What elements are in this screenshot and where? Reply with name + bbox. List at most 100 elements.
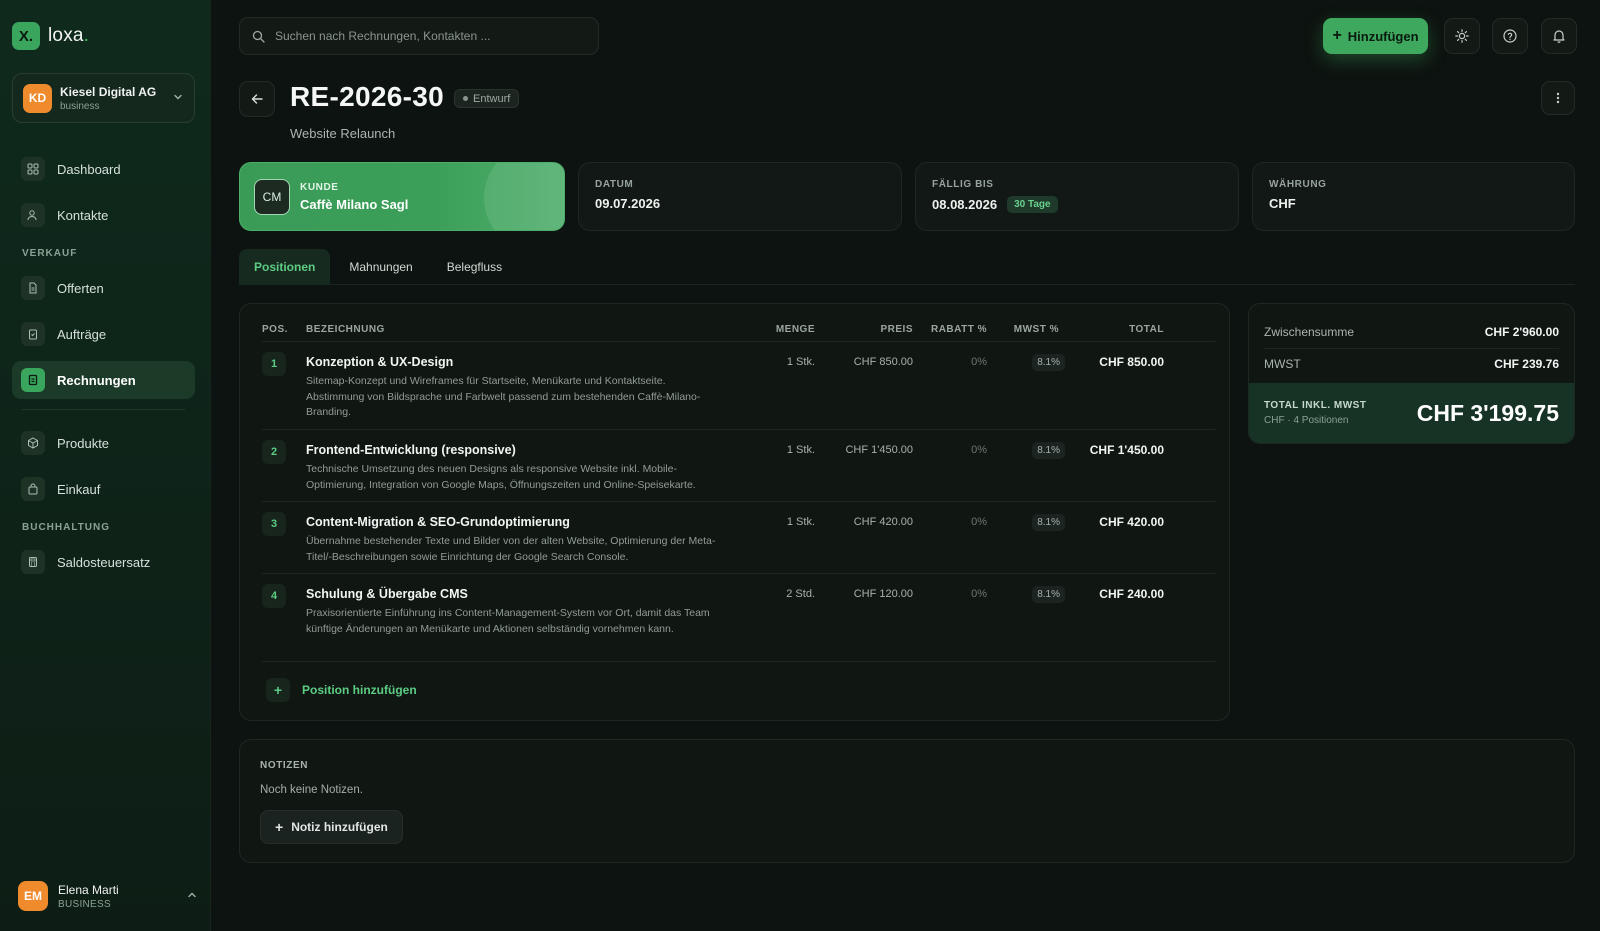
chevron-down-icon <box>172 91 184 106</box>
arrow-left-icon <box>250 92 264 106</box>
position-discount: 0% <box>971 588 987 600</box>
status-label: Entwurf <box>473 92 511 105</box>
page-title: RE-2026-30 <box>290 81 444 112</box>
tab-belegfluss[interactable]: Belegfluss <box>432 249 517 285</box>
due-date-card[interactable]: FÄLLIG BIS 08.08.2026 30 Tage <box>915 162 1239 231</box>
add-position-button[interactable]: + Position hinzufügen <box>266 678 417 702</box>
position-price: CHF 850.00 <box>853 356 913 368</box>
tab-bar: Positionen Mahnungen Belegfluss <box>239 249 1575 285</box>
column-header-price: PREIS <box>880 324 913 335</box>
table-row[interactable]: 4 Schulung & Übergabe CMS Praxisorientie… <box>262 574 1215 662</box>
dashboard-icon <box>21 157 45 181</box>
position-discount: 0% <box>971 356 987 368</box>
table-row[interactable]: 2 Frontend-Entwicklung (responsive) Tech… <box>262 430 1215 502</box>
tax-label: MWST <box>1264 357 1301 371</box>
position-total: CHF 420.00 <box>1099 515 1164 529</box>
position-tax: 8.1% <box>1032 354 1065 371</box>
logo-text: loxa. <box>48 25 90 46</box>
position-description: Technische Umsetzung des neuen Designs a… <box>306 463 696 491</box>
position-number: 2 <box>262 440 286 464</box>
add-note-label: Notiz hinzufügen <box>291 820 388 834</box>
help-icon <box>1503 29 1517 43</box>
contacts-icon <box>21 203 45 227</box>
positions-table: POS. BEZEICHNUNG MENGE PREIS RABATT % MW… <box>239 303 1230 721</box>
sidebar-item-label: Rechnungen <box>57 372 136 388</box>
help-button[interactable] <box>1492 18 1528 54</box>
user-name: Elena Marti <box>58 882 119 897</box>
currency-card[interactable]: WÄHRUNG CHF <box>1252 162 1575 231</box>
plus-icon: + <box>266 678 290 702</box>
sidebar-item-offerten[interactable]: Offerten <box>12 269 195 307</box>
notes-panel: NOTIZEN Noch keine Notizen. + Notiz hinz… <box>239 739 1575 863</box>
subtotal-row: Zwischensumme CHF 2'960.00 <box>1264 325 1559 339</box>
position-tax: 8.1% <box>1032 586 1065 603</box>
position-qty: 1 Stk. <box>786 356 815 368</box>
sidebar-item-dashboard[interactable]: Dashboard <box>12 150 195 188</box>
nav-section-buchhaltung: BUCHHALTUNG <box>22 522 111 533</box>
date-label: DATUM <box>595 179 634 190</box>
tab-positionen[interactable]: Positionen <box>239 249 331 285</box>
table-row[interactable]: 1 Konzeption & UX-Design Sitemap-Konzept… <box>262 342 1215 430</box>
sidebar: X. loxa. KD Kiesel Digital AG business D… <box>0 0 211 931</box>
sidebar-item-kontakte[interactable]: Kontakte <box>12 196 195 234</box>
sidebar-item-label: Saldosteuersatz <box>57 554 151 570</box>
totals-summary: Zwischensumme CHF 2'960.00 MWST CHF 239.… <box>1248 303 1575 444</box>
customer-card[interactable]: CM KUNDE Caffè Milano Sagl <box>239 162 565 231</box>
grand-total-value: CHF 3'199.75 <box>1416 399 1559 426</box>
sidebar-item-label: Kontakte <box>57 207 109 223</box>
plus-icon: + <box>275 819 284 835</box>
status-badge: Entwurf <box>454 89 520 108</box>
column-header-name: BEZEICHNUNG <box>306 324 385 335</box>
position-discount: 0% <box>971 516 987 528</box>
sidebar-item-produkte[interactable]: Produkte <box>12 424 195 462</box>
search-input[interactable] <box>275 29 586 43</box>
table-row[interactable]: 3 Content-Migration & SEO-Grundoptimieru… <box>262 502 1215 574</box>
grand-total: TOTAL INKL. MWST CHF · 4 Positionen CHF … <box>1249 383 1574 443</box>
logo[interactable]: X. loxa. <box>12 22 89 50</box>
due-date-value: 08.08.2026 <box>932 197 998 212</box>
user-menu[interactable]: EM Elena Marti BUSINESS <box>18 881 198 911</box>
sidebar-item-auftraege[interactable]: Aufträge <box>12 315 195 353</box>
notifications-button[interactable] <box>1541 18 1577 54</box>
package-icon <box>21 431 45 455</box>
avatar: EM <box>18 881 48 911</box>
search-bar[interactable] <box>239 17 599 55</box>
back-button[interactable] <box>239 81 275 117</box>
payment-term-badge: 30 Tage <box>1007 196 1058 213</box>
organization-switcher[interactable]: KD Kiesel Digital AG business <box>12 73 195 123</box>
search-icon <box>252 30 265 43</box>
position-tax: 8.1% <box>1032 514 1065 531</box>
position-description: Übernahme bestehender Texte und Bilder v… <box>306 535 716 563</box>
position-qty: 1 Stk. <box>786 516 815 528</box>
clipboard-icon <box>21 322 45 346</box>
sidebar-item-einkauf[interactable]: Einkauf <box>12 470 195 508</box>
sidebar-item-rechnungen[interactable]: Rechnungen <box>12 361 195 399</box>
plus-icon: + <box>1332 27 1342 44</box>
nav-section-verkauf: VERKAUF <box>22 248 78 259</box>
more-vertical-icon <box>1556 91 1560 105</box>
nav-divider <box>22 409 185 410</box>
due-date-label: FÄLLIG BIS <box>932 179 994 190</box>
user-role: BUSINESS <box>58 898 111 910</box>
position-description: Sitemap-Konzept und Wireframes für Start… <box>306 375 701 418</box>
position-name: Konzeption & UX-Design <box>306 355 454 369</box>
customer-label: KUNDE <box>300 181 339 193</box>
currency-label: WÄHRUNG <box>1269 179 1327 190</box>
date-card[interactable]: DATUM 09.07.2026 <box>578 162 902 231</box>
column-header-total: TOTAL <box>1129 324 1164 335</box>
position-description: Praxisorientierte Einführung ins Content… <box>306 607 710 635</box>
tab-mahnungen[interactable]: Mahnungen <box>334 249 427 285</box>
theme-toggle-button[interactable] <box>1444 18 1480 54</box>
more-options-button[interactable] <box>1541 81 1575 115</box>
sidebar-item-label: Aufträge <box>57 326 107 342</box>
add-note-button[interactable]: + Notiz hinzufügen <box>260 810 403 844</box>
subtotal-value: CHF 2'960.00 <box>1484 325 1559 339</box>
grand-total-label: TOTAL INKL. MWST <box>1264 400 1367 411</box>
sidebar-item-saldosteuersatz[interactable]: Saldosteuersatz <box>12 543 195 581</box>
add-position-label: Position hinzufügen <box>302 683 417 697</box>
position-name: Content-Migration & SEO-Grundoptimierung <box>306 515 570 529</box>
shopping-bag-icon <box>21 477 45 501</box>
position-number: 3 <box>262 512 286 536</box>
logo-mark: X. <box>12 22 40 50</box>
add-button[interactable]: + Hinzufügen <box>1323 18 1428 54</box>
